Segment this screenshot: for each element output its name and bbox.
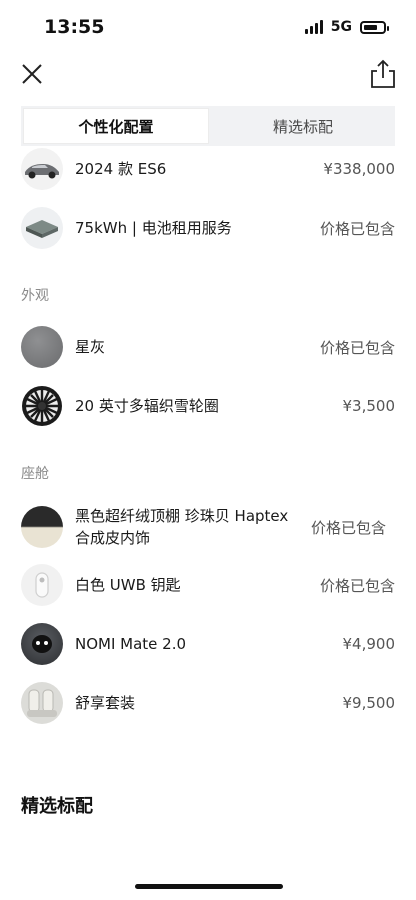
item-price: ¥9,500 <box>342 694 396 712</box>
nav-bar <box>0 56 416 92</box>
item-price: ¥4,900 <box>342 635 396 653</box>
status-indicators: 5G <box>304 19 389 35</box>
section-title-standard-config: 精选标配 <box>21 796 93 817</box>
item-price: 价格已包含 <box>319 219 395 238</box>
wheel-thumbnail <box>21 385 63 427</box>
item-name: 75kWh | 电池租用服务 <box>75 219 232 237</box>
item-name: 2024 款 ES6 <box>75 160 167 178</box>
battery-icon <box>360 20 389 34</box>
seat-thumbnail <box>21 682 63 724</box>
status-time: 13:55 <box>44 16 105 38</box>
item-price: ¥3,500 <box>342 397 396 415</box>
tab-standard-config[interactable]: 精选标配 <box>211 106 395 146</box>
network-type: 5G <box>330 19 352 35</box>
item-name: 黑色超纤绒顶棚 珍珠贝 Haptex合成皮内饰 <box>75 507 289 547</box>
list-item[interactable]: 75kWh | 电池租用服务 价格已包含 <box>21 207 395 249</box>
tab-personalized-config[interactable]: 个性化配置 <box>23 108 209 144</box>
status-bar: 13:55 5G <box>0 0 416 54</box>
battery-thumbnail <box>21 207 63 249</box>
item-name: NOMI Mate 2.0 <box>75 635 187 653</box>
list-item[interactable]: 白色 UWB 钥匙 价格已包含 <box>21 564 395 606</box>
key-thumbnail <box>21 564 63 606</box>
home-indicator[interactable] <box>135 884 283 889</box>
list-item[interactable]: 20 英寸多辐织雪轮圈 ¥3,500 <box>21 385 395 427</box>
item-name: 20 英寸多辐织雪轮圈 <box>75 397 219 415</box>
list-item[interactable]: 黑色超纤绒顶棚 珍珠贝 Haptex合成皮内饰 价格已包含 <box>21 505 395 549</box>
list-item[interactable]: 2024 款 ES6 ¥338,000 <box>21 148 395 190</box>
nomi-thumbnail <box>21 623 63 665</box>
item-name: 白色 UWB 钥匙 <box>75 576 181 594</box>
item-price: 价格已包含 <box>319 338 395 357</box>
config-tabs: 个性化配置 精选标配 <box>21 106 395 146</box>
item-name: 舒享套装 <box>75 694 136 712</box>
signal-icon <box>304 20 323 34</box>
section-title-cabin: 座舱 <box>21 466 49 482</box>
item-price: ¥338,000 <box>323 160 395 178</box>
list-item[interactable]: 舒享套装 ¥9,500 <box>21 682 395 724</box>
list-item[interactable]: 星灰 价格已包含 <box>21 326 395 368</box>
item-price: 价格已包含 <box>311 518 387 537</box>
section-title-exterior: 外观 <box>21 288 49 304</box>
interior-color-swatch <box>21 506 63 548</box>
car-thumbnail <box>21 148 63 190</box>
share-icon[interactable] <box>368 58 398 90</box>
grey-paint-swatch <box>21 326 63 368</box>
item-name: 星灰 <box>75 338 106 356</box>
item-price: 价格已包含 <box>319 576 395 595</box>
list-item[interactable]: NOMI Mate 2.0 ¥4,900 <box>21 623 395 665</box>
close-icon[interactable] <box>18 60 46 88</box>
